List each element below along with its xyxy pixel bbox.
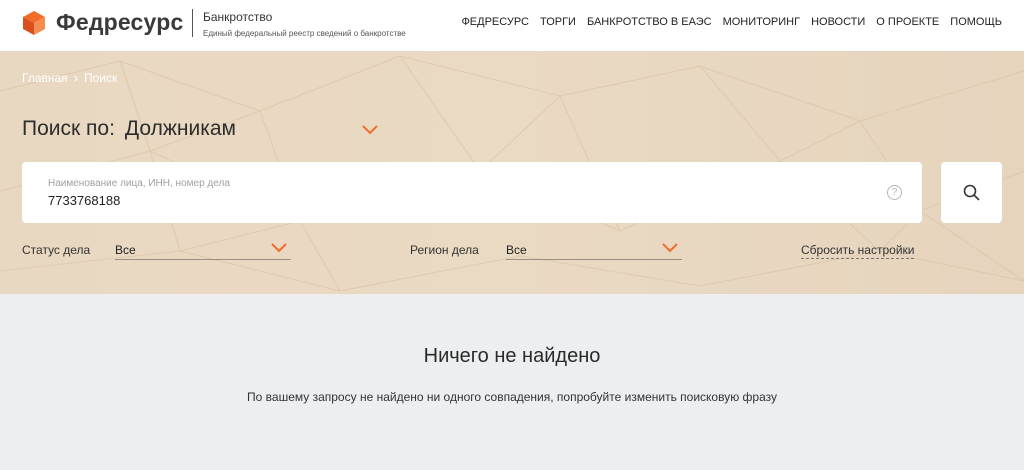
reset-filters-link[interactable]: Сбросить настройки xyxy=(801,243,915,259)
fedresurs-logo-icon[interactable] xyxy=(22,10,46,36)
site-header: Федресурс Банкротство Единый федеральный… xyxy=(0,0,1024,51)
search-by-label: Поиск по: xyxy=(22,117,115,140)
section-description: Единый федеральный реестр сведений о бан… xyxy=(203,29,406,38)
chevron-down-icon xyxy=(662,243,678,253)
search-input[interactable]: Наименование лица, ИНН, номер дела 77337… xyxy=(22,162,922,223)
nav-item-help[interactable]: ПОМОЩЬ xyxy=(950,16,1002,28)
search-button[interactable] xyxy=(941,162,1002,223)
status-filter-label: Статус дела xyxy=(22,243,91,257)
chevron-down-icon[interactable] xyxy=(361,124,379,136)
breadcrumb-separator-icon: › xyxy=(73,70,79,85)
empty-results-description: По вашему запросу не найдено ни одного с… xyxy=(247,390,777,404)
region-filter-select[interactable]: Все xyxy=(506,239,682,260)
search-by-heading: Поиск по: Должникам xyxy=(22,117,236,141)
nav-item-about[interactable]: О ПРОЕКТЕ xyxy=(876,16,939,28)
main-nav: ФЕДРЕСУРС ТОРГИ БАНКРОТСТВО В ЕАЭС МОНИТ… xyxy=(461,16,1002,28)
question-circle-icon[interactable]: ? xyxy=(887,185,902,200)
logo-text[interactable]: Федресурс xyxy=(56,9,183,36)
search-mode-select[interactable]: Должникам xyxy=(125,117,236,140)
breadcrumb-home[interactable]: Главная xyxy=(22,71,68,85)
section-title: Банкротство xyxy=(203,10,273,24)
status-filter-select[interactable]: Все xyxy=(115,239,291,260)
status-filter-value: Все xyxy=(115,243,136,257)
search-placeholder: Наименование лица, ИНН, номер дела xyxy=(48,178,230,189)
search-icon xyxy=(963,184,980,201)
nav-item-eaes[interactable]: БАНКРОТСТВО В ЕАЭС xyxy=(587,16,712,28)
breadcrumb-current: Поиск xyxy=(84,70,118,85)
nav-item-torgi[interactable]: ТОРГИ xyxy=(540,16,576,28)
breadcrumb: Главная › Поиск xyxy=(22,70,117,85)
region-filter-label: Регион дела xyxy=(410,243,479,257)
nav-item-monitoring[interactable]: МОНИТОРИНГ xyxy=(723,16,801,28)
search-panel: Главная › Поиск Поиск по: Должникам Наиме… xyxy=(0,51,1024,294)
empty-results-title: Ничего не найдено xyxy=(423,345,601,367)
region-filter-value: Все xyxy=(506,243,527,257)
nav-item-news[interactable]: НОВОСТИ xyxy=(811,16,865,28)
chevron-down-icon xyxy=(271,243,287,253)
nav-item-fedresurs[interactable]: ФЕДРЕСУРС xyxy=(461,16,529,28)
search-value[interactable]: 7733768188 xyxy=(48,193,120,208)
logo-divider xyxy=(192,9,193,37)
